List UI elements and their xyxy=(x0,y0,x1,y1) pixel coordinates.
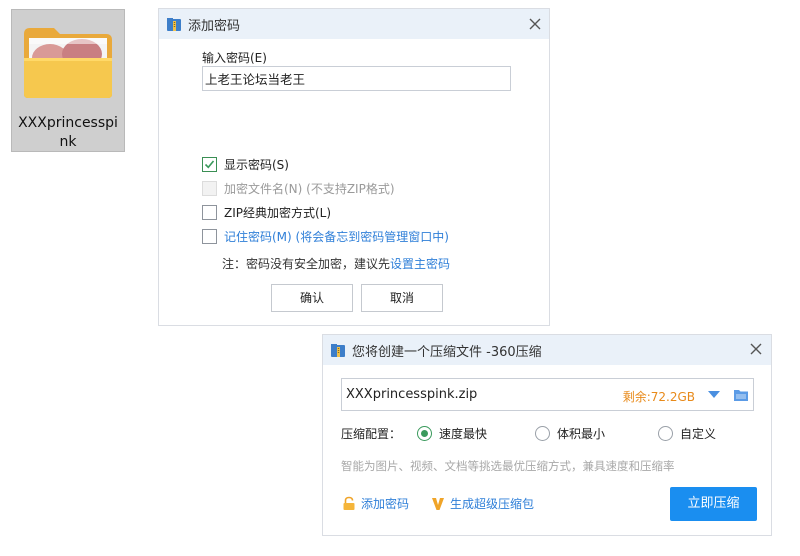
add-password-link[interactable]: 添加密码 xyxy=(342,495,409,512)
zip-classic-checkbox[interactable] xyxy=(202,204,217,220)
password-label: 输入密码(E) xyxy=(202,51,267,65)
security-note: 注：密码没有安全加密，建议先设置主密码 xyxy=(222,255,450,272)
show-password-checkbox[interactable] xyxy=(202,156,217,172)
option-smallest[interactable]: 体积最小 xyxy=(535,423,605,443)
remember-password-label: 记住密码(M) (将会备忘到密码管理窗口中) xyxy=(224,229,449,244)
radio-custom[interactable] xyxy=(658,425,673,441)
super-package-link[interactable]: 生成超级压缩包 xyxy=(431,495,534,512)
lock-icon xyxy=(343,496,355,510)
option-fastest[interactable]: 速度最快 xyxy=(417,423,487,443)
option-custom-label: 自定义 xyxy=(680,426,717,441)
add-password-dialog: 添加密码 输入密码(E) 显示密码(S) 加密文件名(N) (不支持ZIP格式)… xyxy=(158,8,550,326)
show-password-label: 显示密码(S) xyxy=(224,157,289,172)
dialog-title: 添加密码 xyxy=(188,19,241,34)
remember-password-option[interactable]: 记住密码(M) (将会备忘到密码管理窗口中) xyxy=(202,227,449,245)
encrypt-filenames-checkbox xyxy=(202,180,217,196)
close-icon[interactable] xyxy=(749,342,763,356)
checkmark-icon xyxy=(204,159,215,168)
encrypt-filenames-label: 加密文件名(N) (不支持ZIP格式) xyxy=(224,181,395,196)
archive-filename[interactable]: XXXprincesspink.zip xyxy=(346,387,477,402)
free-space-label: 剩余:72.2GB xyxy=(622,390,695,404)
zip-classic-option[interactable]: ZIP经典加密方式(L) xyxy=(202,203,331,221)
confirm-button[interactable]: 确认 xyxy=(271,284,353,312)
password-input[interactable] xyxy=(202,66,511,91)
radio-smallest[interactable] xyxy=(535,425,550,441)
desktop-folder[interactable]: XXXprincesspink xyxy=(11,9,125,152)
dialog-titlebar: 添加密码 xyxy=(159,9,549,39)
cancel-button[interactable]: 取消 xyxy=(361,284,443,312)
close-icon[interactable] xyxy=(528,17,542,31)
zip-classic-label: ZIP经典加密方式(L) xyxy=(224,205,332,220)
remember-password-checkbox[interactable] xyxy=(202,228,217,244)
folder-browse-icon[interactable] xyxy=(733,388,749,402)
compression-hint: 智能为图片、视频、文档等挑选最优压缩方式，兼具速度和压缩率 xyxy=(341,459,675,473)
super-package-label: 生成超级压缩包 xyxy=(450,497,535,511)
show-password-option[interactable]: 显示密码(S) xyxy=(202,155,289,173)
create-archive-dialog: 您将创建一个压缩文件 -360压缩 XXXprincesspink.zip 剩余… xyxy=(322,334,772,536)
config-label: 压缩配置： xyxy=(341,426,402,441)
v-badge-icon xyxy=(432,498,444,510)
compress-config-row: 压缩配置： xyxy=(341,423,401,443)
option-custom[interactable]: 自定义 xyxy=(658,423,716,443)
radio-fastest[interactable] xyxy=(417,425,432,441)
archive-app-icon xyxy=(167,18,181,31)
set-master-password-link[interactable]: 设置主密码 xyxy=(390,257,450,271)
chevron-down-icon[interactable] xyxy=(707,390,721,400)
note-text: 注：密码没有安全加密，建议先 xyxy=(222,257,391,271)
add-password-label: 添加密码 xyxy=(361,497,410,511)
dialog-title: 您将创建一个压缩文件 -360压缩 xyxy=(352,345,542,360)
option-smallest-label: 体积最小 xyxy=(557,426,606,441)
compress-now-button[interactable]: 立即压缩 xyxy=(670,487,757,521)
folder-icon xyxy=(24,28,112,98)
folder-label: XXXprincesspink xyxy=(18,115,118,150)
archive-path-field[interactable]: XXXprincesspink.zip 剩余:72.2GB xyxy=(341,378,754,411)
archive-app-icon xyxy=(331,344,345,357)
dialog-titlebar: 您将创建一个压缩文件 -360压缩 xyxy=(323,335,771,365)
encrypt-filenames-option: 加密文件名(N) (不支持ZIP格式) xyxy=(202,179,395,197)
option-fastest-label: 速度最快 xyxy=(439,426,488,441)
